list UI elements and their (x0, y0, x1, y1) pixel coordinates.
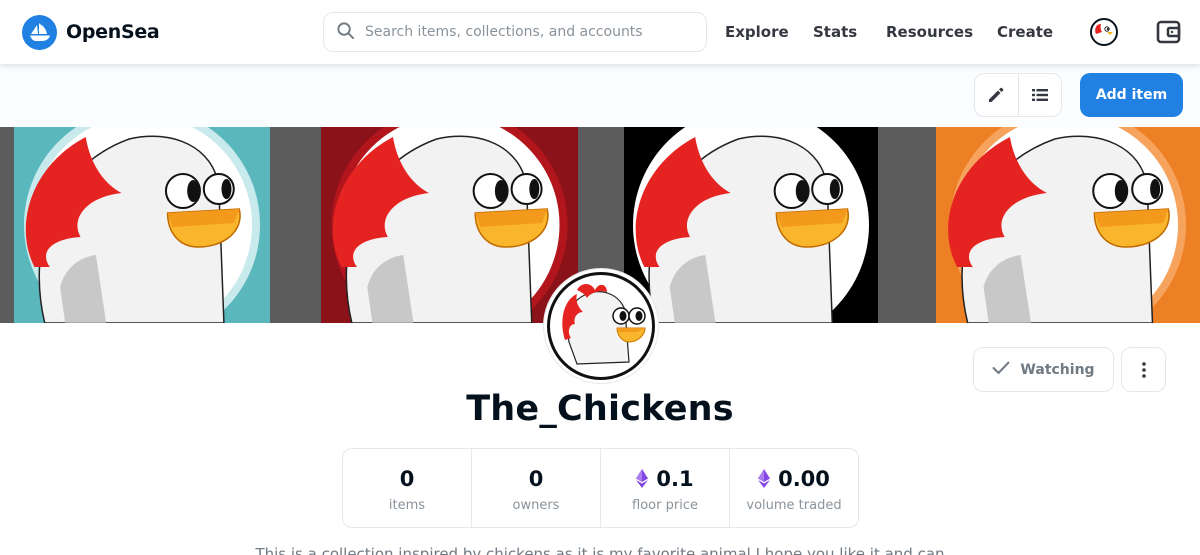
edit-view-group (974, 73, 1062, 117)
stat-floor-price[interactable]: 0.1 floor price (600, 449, 729, 527)
checkmark-icon (992, 361, 1010, 379)
opensea-logo[interactable]: OpenSea (22, 14, 160, 50)
collection-title: The_Chickens (466, 389, 734, 429)
opensea-ship-logo-icon (22, 14, 57, 50)
list-view-button[interactable] (1017, 74, 1061, 116)
watching-label: Watching (1020, 361, 1095, 378)
stat-label: items (388, 497, 426, 513)
stat-value: 0.1 (656, 466, 694, 491)
nav-explore[interactable]: Explore (725, 0, 789, 64)
banner-chicken-panel (936, 127, 1200, 323)
add-item-button[interactable]: Add item (1080, 73, 1183, 117)
stat-items[interactable]: 0 items (343, 449, 471, 527)
nav-resources[interactable]: Resources (886, 0, 973, 64)
stat-value: 0.00 (778, 466, 830, 491)
banner-chicken-panel (14, 127, 270, 323)
collection-avatar (544, 269, 658, 383)
search-icon (336, 21, 355, 44)
ethereum-icon (758, 469, 771, 488)
search-input[interactable] (365, 24, 685, 40)
stat-label: floor price (632, 497, 698, 513)
banner-chicken-panel (321, 127, 578, 323)
nav-create[interactable]: Create (997, 0, 1053, 64)
list-icon (1031, 89, 1048, 101)
brand-name: OpenSea (66, 21, 160, 43)
collection-stats: 0 items 0 owners 0.1 floor price 0.00 vo… (342, 448, 859, 528)
banner-chicken-panel (624, 127, 878, 323)
more-options-button[interactable] (1121, 347, 1166, 392)
profile-avatar-button[interactable] (1090, 18, 1118, 46)
top-nav: OpenSea Explore Stats Resources Create (0, 0, 1200, 64)
search-bar[interactable] (323, 12, 707, 52)
stat-label: volume traded (746, 497, 842, 513)
pencil-icon (989, 87, 1004, 102)
stat-owners[interactable]: 0 owners (471, 449, 600, 527)
watching-button[interactable]: Watching (973, 347, 1114, 392)
stat-value: 0 (528, 466, 544, 491)
ethereum-icon (636, 469, 649, 488)
wallet-button[interactable] (1156, 19, 1182, 45)
stat-volume-traded[interactable]: 0.00 volume traded (729, 449, 858, 527)
edit-collection-button[interactable] (975, 74, 1018, 116)
more-vertical-icon (1141, 361, 1146, 378)
wallet-icon (1156, 20, 1181, 44)
collection-toolbar: Add item (0, 64, 1200, 127)
stat-value: 0 (399, 466, 415, 491)
collection-description: This is a collection inspired by chicken… (255, 545, 945, 555)
stat-label: owners (512, 497, 560, 513)
nav-stats[interactable]: Stats (813, 0, 857, 64)
chicken-avatar-icon (1092, 20, 1116, 44)
